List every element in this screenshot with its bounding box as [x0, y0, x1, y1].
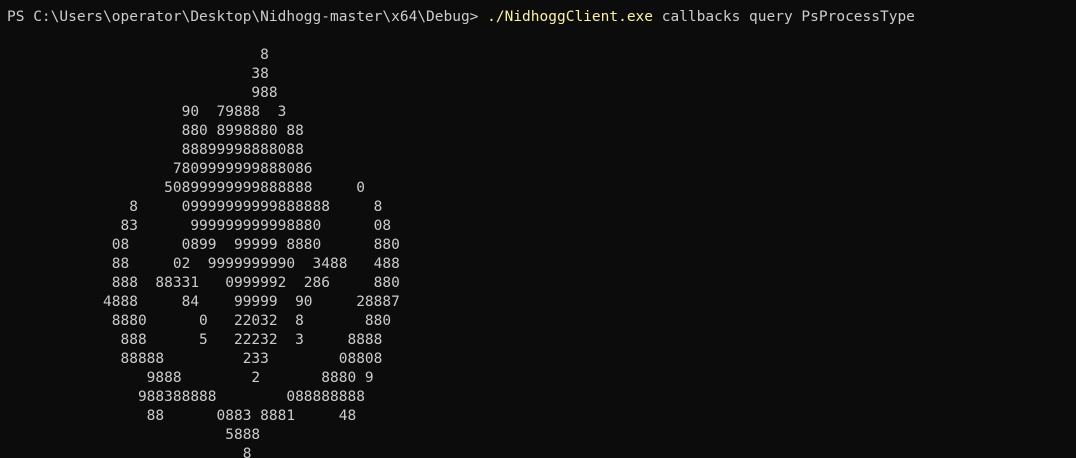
output-line: 88899998888088 [7, 142, 304, 158]
shell-prompt: PS C:\Users\operator\Desktop\Nidhogg-mas… [7, 9, 488, 25]
output-line: 880 8998880 88 [7, 123, 304, 139]
command-arguments: callbacks query PsProcessType [653, 9, 915, 25]
output-line: 8 09999999999888888 8 [7, 199, 383, 215]
output-line: 88 0883 8881 48 [7, 408, 357, 424]
command-line: PS C:\Users\operator\Desktop\Nidhogg-mas… [7, 8, 1076, 27]
output-line: 90 79888 3 [7, 104, 287, 120]
output-line: 08 0899 99999 8880 880 [7, 237, 400, 253]
output-line: 50899999999888888 0 [7, 180, 365, 196]
terminal-window[interactable]: PS C:\Users\operator\Desktop\Nidhogg-mas… [0, 0, 1076, 458]
command-executable: ./NidhoggClient.exe [487, 9, 654, 25]
output-line: 83 999999999998880 08 [7, 218, 392, 234]
output-line: 8 [7, 47, 269, 63]
ascii-art-output: 8 38 988 90 79888 3 880 8998880 88 88899… [7, 46, 1076, 458]
output-line: 7809999999888086 [7, 161, 313, 177]
output-line: 4888 84 99999 90 28887 [7, 294, 400, 310]
output-line: 8 [7, 446, 252, 458]
output-line: 9888 2 8880 9 [7, 370, 374, 386]
output-line: 88888 233 08808 [7, 351, 383, 367]
output-line: 888 88331 0999992 286 880 [7, 275, 400, 291]
output-line: 988388888 088888888 [7, 389, 365, 405]
output-line: 8880 0 22032 8 880 [7, 313, 392, 329]
output-line: 38 [7, 66, 269, 82]
output-line: 888 5 22232 3 8888 [7, 332, 383, 348]
output-line: 88 02 9999999990 3488 488 [7, 256, 400, 272]
output-line: 5888 [7, 427, 261, 443]
output-line: 988 [7, 85, 278, 101]
